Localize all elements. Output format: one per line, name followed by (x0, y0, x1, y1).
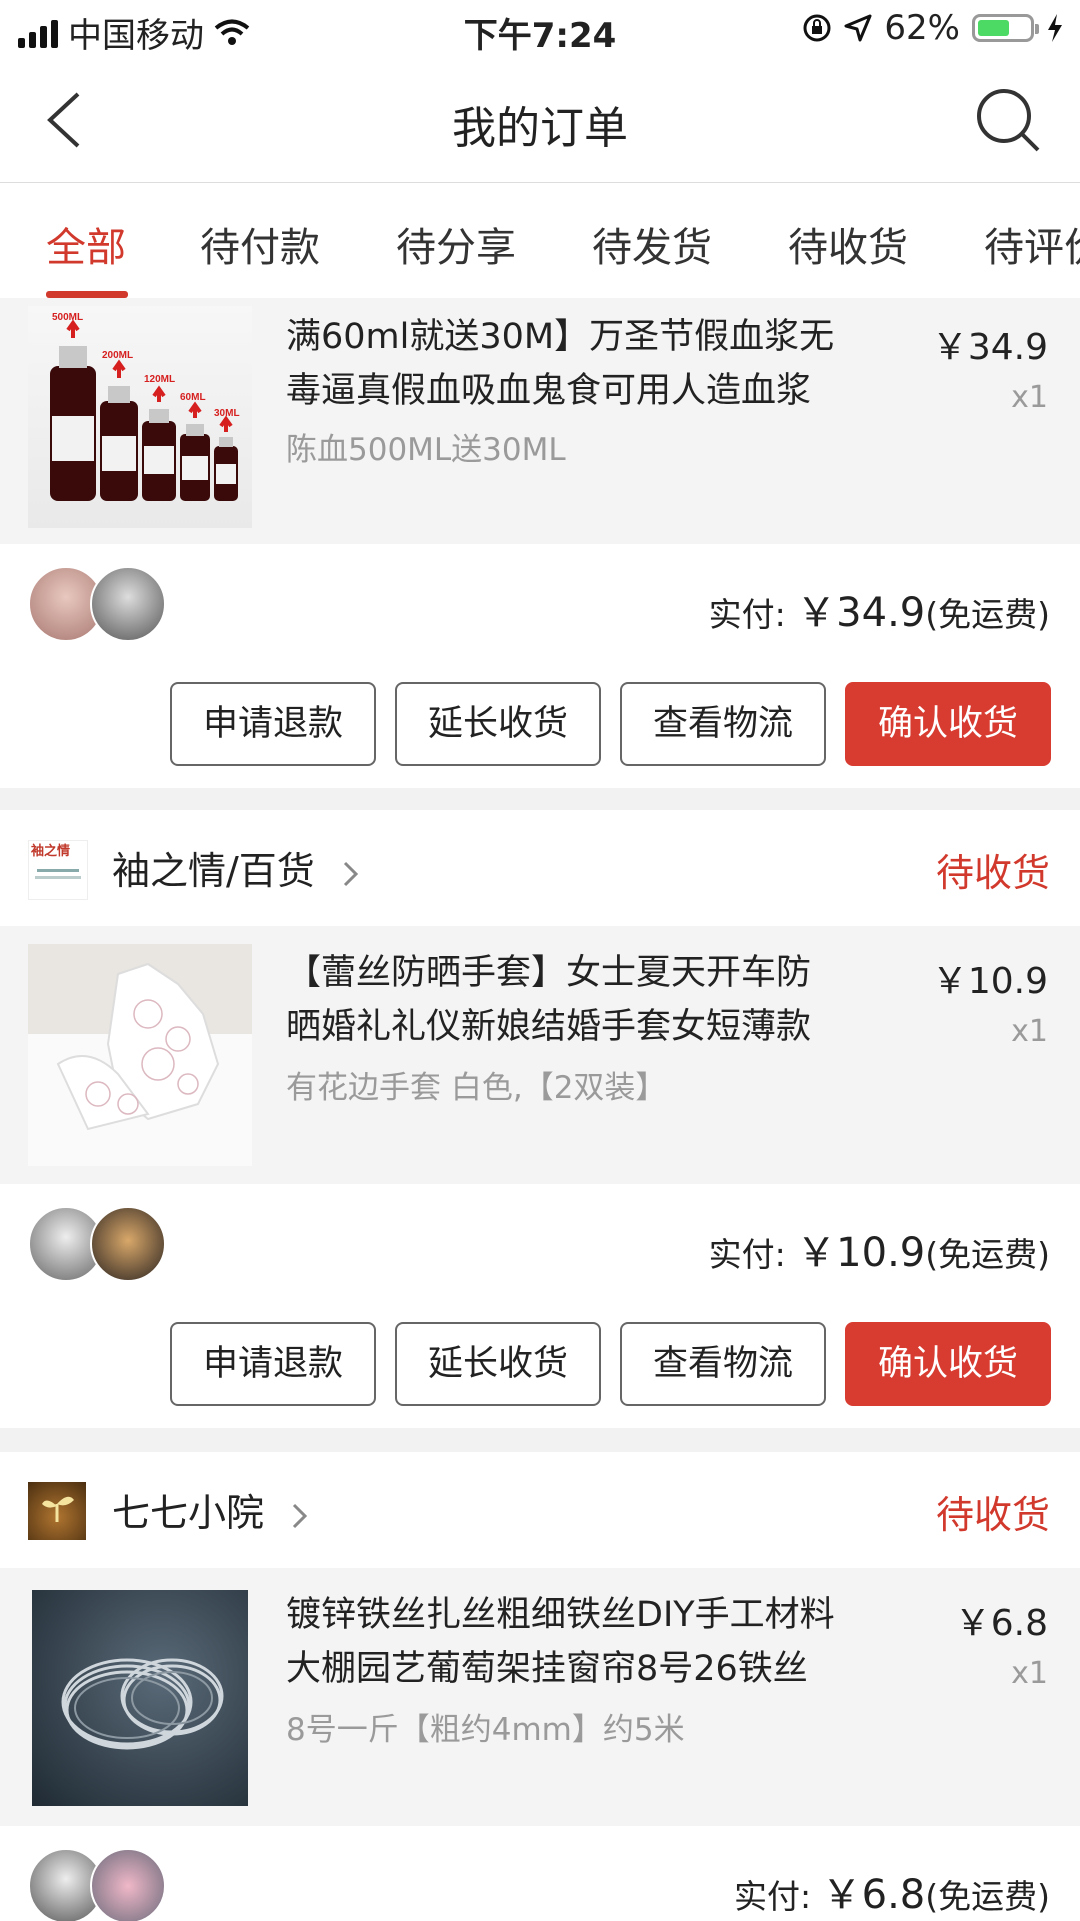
battery-icon (972, 14, 1039, 42)
product-title-line: 晒婚礼礼仪新娘结婚手套女短薄款 (286, 1007, 812, 1047)
order-item[interactable]: 镀锌铁丝扎丝粗细铁丝DIY手工材料 大棚园艺葡萄架挂窗帘8号26铁丝 8号一斤【… (0, 1568, 1080, 1826)
tab-pending-payment[interactable]: 待付款 (200, 215, 320, 273)
refund-button[interactable]: 申请退款 (170, 682, 376, 766)
lace-glove-image (28, 944, 252, 1166)
product-title-line: 满60ml就送30M】万圣节假血浆无 (286, 317, 835, 357)
paid-amount: 实付: ￥34.9(免运费) (709, 580, 1050, 638)
nav-bar: 我的订单 (0, 58, 1080, 183)
tab-pending-shipment[interactable]: 待发货 (592, 215, 712, 273)
order-status: 待收货 (935, 851, 1050, 895)
shop-logo-text: 袖之情 (31, 844, 71, 859)
order-summary: 实付: ￥10.9(免运费) (0, 1184, 1080, 1303)
product-title-line: 【蕾丝防晒手套】女士夏天开车防 (286, 953, 812, 993)
product-price: ￥6.8 (954, 1603, 1048, 1644)
view-logistics-button[interactable]: 查看物流 (620, 1322, 826, 1406)
chevron-right-icon (343, 861, 359, 886)
paid-amount: 实付: ￥10.9(免运费) (709, 1220, 1050, 1278)
order-summary: 实付: ￥6.8(免运费) (0, 1826, 1080, 1921)
page-title: 我的订单 (452, 103, 628, 154)
orientation-lock-icon (803, 14, 831, 42)
order-tabs: 全部 待付款 待分享 待发货 待收货 待评价 (0, 183, 1080, 299)
chevron-right-icon (293, 1503, 308, 1528)
image-label: 60ML (180, 392, 206, 403)
product-spec: 8号一斤【粗约4mm】约5米 (286, 1712, 685, 1748)
charging-icon (1048, 14, 1062, 42)
product-spec: 陈血500ML送30ML (286, 432, 566, 468)
shop-name-text: 七七小院 (112, 1491, 265, 1535)
product-quantity: x1 (1011, 1014, 1048, 1049)
order-list[interactable]: 500ML 200ML 120ML 60ML 30ML 满60ml就送30M】万… (0, 298, 1080, 1921)
extend-receipt-button[interactable]: 延长收货 (395, 682, 601, 766)
shipping-note: (免运费) (925, 1877, 1050, 1916)
product-title-line: 大棚园艺葡萄架挂窗帘8号26铁丝 (286, 1649, 808, 1689)
product-title[interactable]: 满60ml就送30M】万圣节假血浆无 毒逼真假血吸血鬼食可用人造血浆 (286, 310, 886, 418)
confirm-receipt-button[interactable]: 确认收货 (845, 682, 1051, 766)
paid-value: ￥6.8 (821, 1872, 926, 1918)
product-title[interactable]: 镀锌铁丝扎丝粗细铁丝DIY手工材料 大棚园艺葡萄架挂窗帘8号26铁丝 (286, 1588, 886, 1696)
shop-header[interactable]: 袖之情 袖之情/百货 待收货 (0, 810, 1080, 926)
product-price: ￥10.9 (931, 961, 1048, 1002)
sprout-icon (42, 1496, 74, 1522)
shipping-note: (免运费) (925, 1235, 1050, 1274)
order-actions: 申请退款 延长收货 查看物流 确认收货 (0, 662, 1080, 788)
product-title-line: 毒逼真假血吸血鬼食可用人造血浆 (286, 371, 812, 411)
image-label: 500ML (52, 312, 83, 323)
avatar (90, 1206, 166, 1282)
product-price: ￥34.9 (931, 327, 1048, 368)
refund-button[interactable]: 申请退款 (170, 1322, 376, 1406)
paid-value: ￥10.9 (796, 1230, 926, 1276)
order-summary: 实付: ￥34.9(免运费) (0, 544, 1080, 663)
shop-name[interactable]: 七七小院 (112, 1482, 310, 1537)
product-quantity: x1 (1011, 380, 1048, 415)
shipping-note: (免运费) (925, 595, 1050, 634)
tab-all[interactable]: 全部 (46, 215, 126, 273)
product-quantity: x1 (1011, 1656, 1048, 1691)
product-spec: 有花边手套 白色,【2双装】 (286, 1070, 667, 1106)
view-logistics-button[interactable]: 查看物流 (620, 682, 826, 766)
shop-logo: 袖之情 (28, 840, 88, 900)
order-status: 待收货 (935, 1493, 1050, 1537)
location-icon (844, 14, 872, 42)
order-actions: 申请退款 延长收货 查看物流 确认收货 (0, 1302, 1080, 1428)
tab-underline (46, 291, 128, 298)
avatar (90, 1848, 166, 1921)
paid-label: 实付: (708, 595, 797, 634)
confirm-receipt-button[interactable]: 确认收货 (845, 1322, 1051, 1406)
paid-label: 实付: (708, 1235, 797, 1274)
avatar (90, 566, 166, 642)
product-image[interactable]: 500ML 200ML 120ML 60ML 30ML (28, 306, 252, 528)
image-label: 200ML (102, 350, 133, 361)
status-bar: 中国移动 下午7:24 62% (0, 0, 1080, 58)
tab-pending-receipt[interactable]: 待收货 (788, 215, 908, 273)
shop-header[interactable]: 七七小院 待收货 (0, 1452, 1080, 1568)
search-icon[interactable] (974, 86, 1044, 156)
product-image[interactable] (32, 1590, 248, 1806)
order-item[interactable]: 【蕾丝防晒手套】女士夏天开车防 晒婚礼礼仪新娘结婚手套女短薄款 有花边手套 白色… (0, 926, 1080, 1184)
order-item[interactable]: 500ML 200ML 120ML 60ML 30ML 满60ml就送30M】万… (0, 298, 1080, 544)
paid-label: 实付: (734, 1877, 822, 1916)
shop-logo (28, 1482, 86, 1540)
paid-amount: 实付: ￥6.8(免运费) (734, 1862, 1050, 1920)
shop-name-text: 袖之情/百货 (112, 849, 315, 893)
image-label: 30ML (214, 408, 240, 419)
tab-pending-share[interactable]: 待分享 (396, 215, 516, 273)
status-bar-right: 62% (802, 8, 1064, 48)
image-label: 120ML (144, 374, 175, 385)
shop-name[interactable]: 袖之情/百货 (112, 840, 361, 895)
paid-value: ￥34.9 (796, 590, 926, 636)
product-title[interactable]: 【蕾丝防晒手套】女士夏天开车防 晒婚礼礼仪新娘结婚手套女短薄款 (286, 946, 886, 1054)
extend-receipt-button[interactable]: 延长收货 (395, 1322, 601, 1406)
product-image[interactable] (28, 944, 252, 1166)
battery-percent: 62% (884, 8, 960, 48)
wire-coil-image (61, 1658, 224, 1750)
tab-pending-review[interactable]: 待评价 (984, 215, 1080, 273)
product-title-line: 镀锌铁丝扎丝粗细铁丝DIY手工材料 (286, 1595, 835, 1635)
blood-bottles-image: 500ML 200ML 120ML 60ML 30ML (50, 312, 240, 501)
